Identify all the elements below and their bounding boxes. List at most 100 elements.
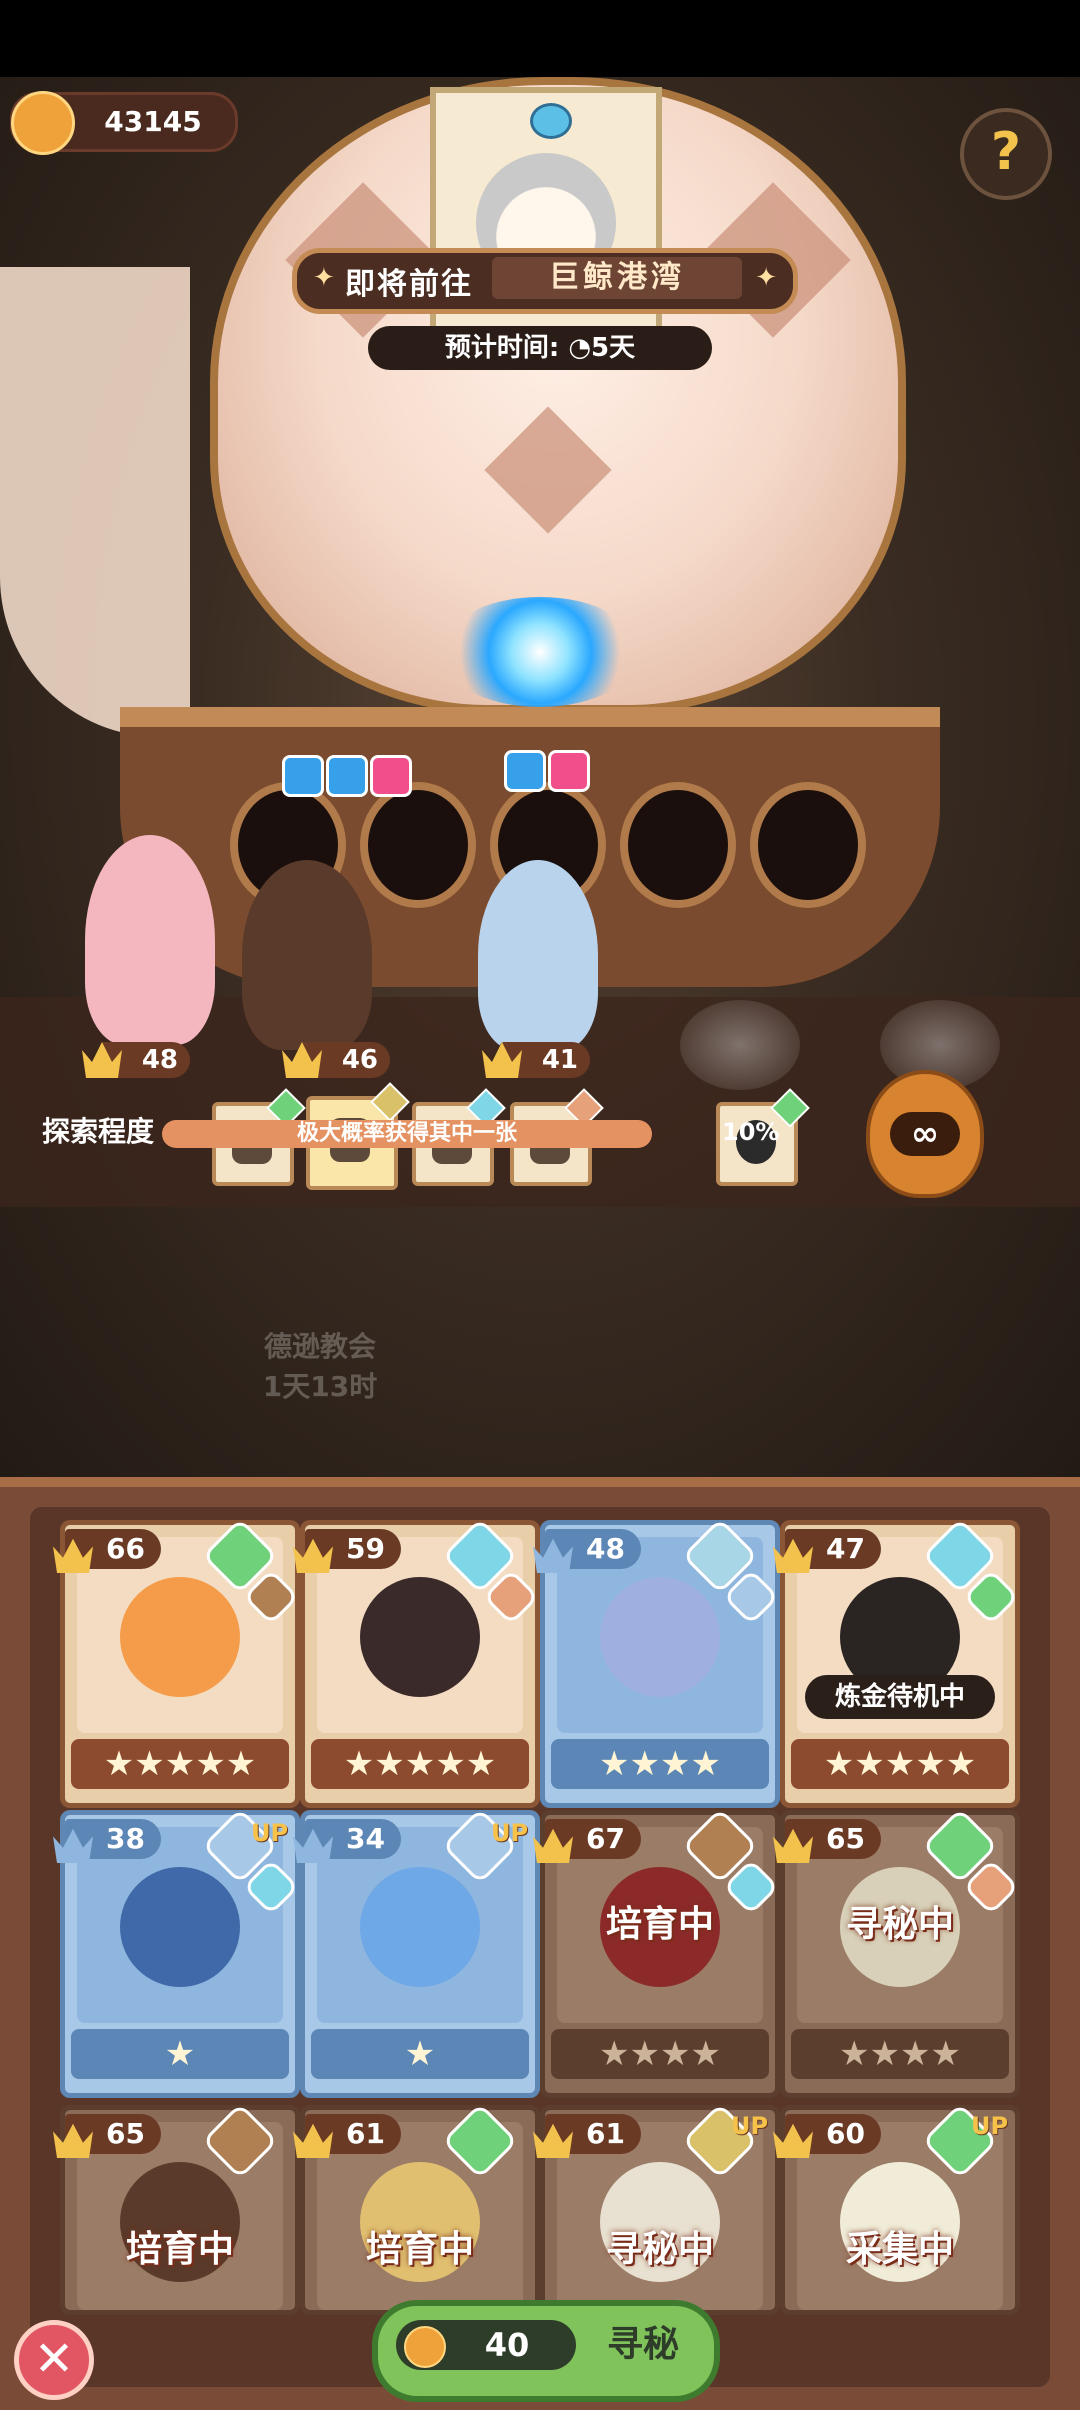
currency-amount: 43145 (104, 105, 202, 138)
hero-level-tag: 61 (293, 2114, 401, 2158)
hero-card[interactable]: 48 ★★★★ (533, 1517, 780, 1808)
background-location-label: 德逊教会 1天13时 (230, 1327, 410, 1407)
star-rating: ★★★★★ (71, 1739, 289, 1789)
hero-card[interactable]: 38 UP ★ (53, 1807, 300, 2098)
gear-skill-icon[interactable] (370, 755, 412, 797)
ship-hero-level: 41 (541, 1045, 578, 1075)
background-location-time: 1天13时 (262, 1370, 378, 1403)
ship-hero-level: 48 (141, 1045, 178, 1075)
destination-label: 即将前往 (345, 267, 473, 302)
stars: ★★★★★ (823, 1744, 977, 1784)
hero-face (120, 1577, 240, 1697)
upgrade-badge: UP (971, 2112, 1009, 2140)
stars: ★★★★ (599, 1744, 721, 1784)
star-rating: ★★★★★ (311, 1739, 529, 1789)
stars: ★★★★★ (103, 1744, 257, 1784)
sparkle-icon: ✦ (313, 263, 335, 293)
hero-level-tag: 66 (53, 1529, 161, 1573)
hero-status: 炼金待机中 (805, 1675, 995, 1719)
hero-card[interactable]: 66 ★★★★★ (53, 1517, 300, 1808)
hero-level: 65 (106, 2117, 145, 2150)
hero-card[interactable]: 61 UP 寻秘中 (533, 2102, 780, 2315)
upgrade-badge: UP (491, 1819, 529, 1847)
porthole (620, 782, 736, 908)
help-button[interactable]: ? (960, 108, 1052, 200)
crown-coin-icon (11, 91, 75, 155)
hero-level-tag: 48 (533, 1529, 641, 1573)
stars: ★★★★★ (343, 1744, 497, 1784)
hero-level: 47 (826, 1532, 865, 1565)
ship-hero-level-tag: 41 (482, 1042, 590, 1078)
star-rating: ★★★★ (791, 2029, 1009, 2079)
star-rating: ★★★★ (551, 1739, 769, 1789)
explore-percent: 10% (722, 1118, 780, 1146)
hero-level: 67 (586, 1822, 625, 1855)
skill-icon[interactable] (504, 750, 546, 792)
hero-face (120, 1867, 240, 1987)
stars: ★ (164, 2034, 196, 2074)
skill-icon[interactable] (282, 755, 324, 797)
hero-level: 61 (586, 2117, 625, 2150)
hero-level-tag: 34 (293, 1819, 401, 1863)
hero-level: 34 (346, 1822, 385, 1855)
hero-status: 寻秘中 (845, 1904, 954, 1945)
seek-cost-value: 40 (484, 2326, 530, 2364)
seek-label: 寻秘 (606, 2324, 679, 2365)
porthole (750, 782, 866, 908)
hero-level: 59 (346, 1532, 385, 1565)
hero-face (600, 1577, 720, 1697)
stars: ★★★★ (839, 2034, 961, 2074)
hero-card[interactable]: 65 培育中 (53, 2102, 300, 2315)
hero-card[interactable]: 61 培育中 (293, 2102, 540, 2315)
hero-status: 培育中 (605, 1904, 714, 1945)
empty-hero-slot[interactable] (680, 1000, 800, 1090)
hero-level: 38 (106, 1822, 145, 1855)
upgrade-badge: UP (731, 2112, 769, 2140)
hero-card[interactable]: 34 UP ★ (293, 1807, 540, 2098)
upgrade-badge: UP (251, 1819, 289, 1847)
porthole (360, 782, 476, 908)
gear-skill-icon[interactable] (548, 750, 590, 792)
currency-counter: 43145 (10, 91, 238, 155)
close-button[interactable]: ✕ (14, 2320, 94, 2400)
hero-level: 60 (826, 2117, 865, 2150)
ship-hero-3[interactable] (478, 860, 598, 1050)
hero-card[interactable]: 47 炼金待机中 ★★★★★ (773, 1517, 1020, 1808)
sail (0, 267, 190, 737)
explore-progress-bar: 极大概率获得其中一张 (162, 1120, 652, 1148)
hero-card[interactable]: 65 寻秘中 ★★★★ (773, 1807, 1020, 2098)
hero-status: 采集中 (845, 2229, 954, 2270)
stars: ★ (404, 2034, 436, 2074)
star-rating: ★★★★★ (791, 1739, 1009, 1789)
hero-level: 66 (106, 1532, 145, 1565)
explore-label: 探索程度 (42, 1115, 155, 1148)
hero-face (360, 1867, 480, 1987)
hero-status: 寻秘中 (605, 2229, 714, 2270)
explore-seek-button[interactable]: 40 寻秘 (372, 2300, 720, 2402)
hero-level: 65 (826, 1822, 865, 1855)
seek-cost: 40 (396, 2320, 576, 2370)
balloon-pattern (484, 406, 612, 534)
hero-face (360, 1577, 480, 1697)
hero-status: 培育中 (365, 2229, 474, 2270)
infinity-bag[interactable]: ∞ (866, 1070, 984, 1198)
hero-card[interactable]: 59 ★★★★★ (293, 1517, 540, 1808)
ship-hero-1[interactable] (85, 835, 215, 1045)
clock-icon: ◔ (568, 333, 592, 363)
hero-card[interactable]: 60 UP 采集中 (773, 2102, 1020, 2315)
background-location-name: 德逊教会 (263, 1330, 376, 1363)
ship-hero-level-tag: 48 (82, 1042, 190, 1078)
skill-icon[interactable] (326, 755, 368, 797)
hero-level-tag: 61 (533, 2114, 641, 2158)
estimated-time: 预计时间: ◔5天 (368, 326, 712, 370)
hero-card[interactable]: 67 培育中 ★★★★ (533, 1807, 780, 2098)
hero-status: 培育中 (125, 2229, 234, 2270)
ship-hero-level-tag: 46 (282, 1042, 390, 1078)
hero-level-tag: 65 (773, 1819, 881, 1863)
star-rating: ★★★★ (551, 2029, 769, 2079)
ship-hero-2[interactable] (242, 860, 372, 1050)
hero-level-tag: 65 (53, 2114, 161, 2158)
estimated-time-label: 预计时间: (444, 333, 560, 363)
estimated-time-value: 5天 (591, 333, 636, 363)
crown-coin-icon (404, 2326, 446, 2368)
